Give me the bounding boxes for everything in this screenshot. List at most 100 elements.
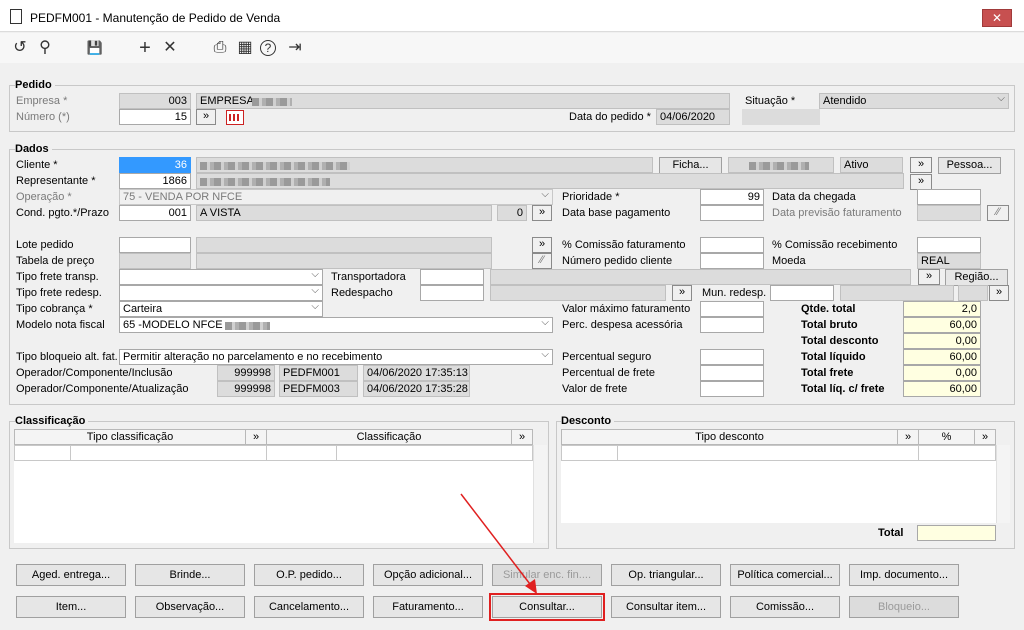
total-liq-frete-label: Total líq. c/ frete [801,383,885,395]
window-title: PEDFM001 - Manutenção de Pedido de Venda [30,11,281,25]
bloqueio-select[interactable]: Permitir alteração no parcelamento e no … [119,349,553,365]
pessoa-button[interactable]: Pessoa... [938,157,1001,174]
cliente-name-field [196,157,653,173]
imp-documento-button[interactable]: Imp. documento... [849,564,959,586]
transportadora-go-button[interactable]: » [918,269,940,285]
perc-despesa-field[interactable] [700,317,764,333]
cliente-go-button[interactable]: » [910,157,932,173]
comissao-fat-field[interactable] [700,237,764,253]
cancelamento-button[interactable]: Cancelamento... [254,596,364,618]
aged-entrega-button[interactable]: Aged. entrega... [16,564,126,586]
modelo-nf-select[interactable]: 65 -MODELO NFCE [119,317,553,333]
perc-despesa-label: Perc. despesa acessória [562,319,683,331]
undo-icon[interactable]: ↺ [10,38,30,58]
qtde-total-field: 2,0 [903,301,981,317]
toolbar: ↺ ⚲ 💾 + ✕ ⎙ ▦ ? ⇥ [0,33,1024,63]
calendar-icon[interactable]: ▦ [235,38,255,58]
observacao-button[interactable]: Observação... [135,596,245,618]
transportadora-name-field [490,269,911,285]
save-icon[interactable]: 💾 [85,38,105,58]
frete-redesp-select[interactable] [119,285,323,301]
mun-redesp-field[interactable] [770,285,834,301]
col-go-button[interactable]: » [245,429,267,445]
data-base-field[interactable] [700,205,764,221]
col-percent[interactable]: % [918,429,975,445]
mun-redesp-go-button[interactable]: » [989,285,1009,301]
desconto-scrollbar[interactable] [996,445,1010,523]
data-pedido-field: 04/06/2020 [656,109,730,125]
valor-max-field[interactable] [700,301,764,317]
op-pedido-button[interactable]: O.P. pedido... [254,564,364,586]
numero-field[interactable]: 15 [119,109,191,125]
col-go-button[interactable]: » [974,429,996,445]
col-tipo-classificacao[interactable]: Tipo classificação [14,429,246,445]
total-frete-field: 0,00 [903,365,981,381]
search-icon[interactable]: ⚲ [35,38,55,58]
representante-code-field[interactable]: 1866 [119,173,191,189]
cliente-code-field[interactable]: 36 [119,157,191,173]
table-cell[interactable] [266,445,337,461]
exit-icon[interactable]: ⇥ [285,38,305,58]
situacao-select[interactable]: Atendido [819,93,1009,109]
calendar-picker-icon[interactable] [226,110,244,125]
cliente-label: Cliente * [16,159,58,171]
brinde-button[interactable]: Brinde... [135,564,245,586]
op-triangular-button[interactable]: Op. triangular... [611,564,721,586]
remove-icon[interactable]: ✕ [160,38,180,58]
tabela-label: Tabela de preço [16,255,95,267]
ficha-button[interactable]: Ficha... [659,157,722,174]
redespacho-code-field[interactable] [420,285,484,301]
perc-frete-field[interactable] [700,365,764,381]
numero-search-button[interactable]: » [196,109,216,125]
perc-seguro-field[interactable] [700,349,764,365]
add-icon[interactable]: + [135,38,155,58]
comissao-rec-field[interactable] [917,237,981,253]
frete-transp-select[interactable] [119,269,323,285]
lote-go-button[interactable]: » [532,237,552,253]
lote-field[interactable] [119,237,191,253]
item-button[interactable]: Item... [16,596,126,618]
num-pedido-cliente-field[interactable] [700,253,764,269]
table-cell[interactable] [336,445,533,461]
table-cell[interactable] [561,445,618,461]
col-go-button[interactable]: » [897,429,919,445]
cobranca-select[interactable]: Carteira [119,301,323,317]
regiao-button[interactable]: Região... [945,269,1008,286]
table-cell[interactable] [617,445,919,461]
op-atual-user-field: 999998 [217,381,275,397]
representante-go-button[interactable]: » [910,174,932,190]
cond-pgto-go-button[interactable]: » [532,205,552,221]
col-classificacao[interactable]: Classificação [266,429,512,445]
perc-frete-label: Percentual de frete [562,367,655,379]
politica-comercial-button[interactable]: Política comercial... [730,564,840,586]
print-icon[interactable]: ⎙ [210,38,230,58]
prioridade-field[interactable]: 99 [700,189,764,205]
comissao-button[interactable]: Comissão... [730,596,840,618]
pedido-section-title: Pedido [15,78,55,92]
help-icon[interactable]: ? [260,40,276,56]
tabela-name-field [196,253,492,269]
cond-pgto-code-field[interactable]: 001 [119,205,191,221]
modelo-nf-value: 65 -MODELO NFCE [123,319,223,331]
redacted-text [200,178,330,186]
redacted-text [225,322,270,330]
op-inclusao-user-field: 999998 [217,365,275,381]
redespacho-go-button[interactable]: » [672,285,692,301]
col-tipo-desconto[interactable]: Tipo desconto [561,429,898,445]
consultar-item-button[interactable]: Consultar item... [611,596,721,618]
col-go-button[interactable]: » [511,429,533,445]
desconto-grid-body[interactable] [561,461,996,523]
data-previsao-field [917,205,981,221]
op-atual-comp-field: PEDFM003 [279,381,358,397]
total-frete-label: Total frete [801,367,854,379]
table-cell[interactable] [14,445,71,461]
cond-pgto-name-field: A VISTA [196,205,492,221]
close-button[interactable]: ✕ [982,9,1012,27]
table-cell[interactable] [918,445,996,461]
data-chegada-field[interactable] [917,189,981,205]
valor-frete-field[interactable] [700,381,764,397]
transportadora-code-field[interactable] [420,269,484,285]
redespacho-name-field [490,285,666,301]
prazo-field: 0 [497,205,527,221]
table-cell[interactable] [70,445,267,461]
